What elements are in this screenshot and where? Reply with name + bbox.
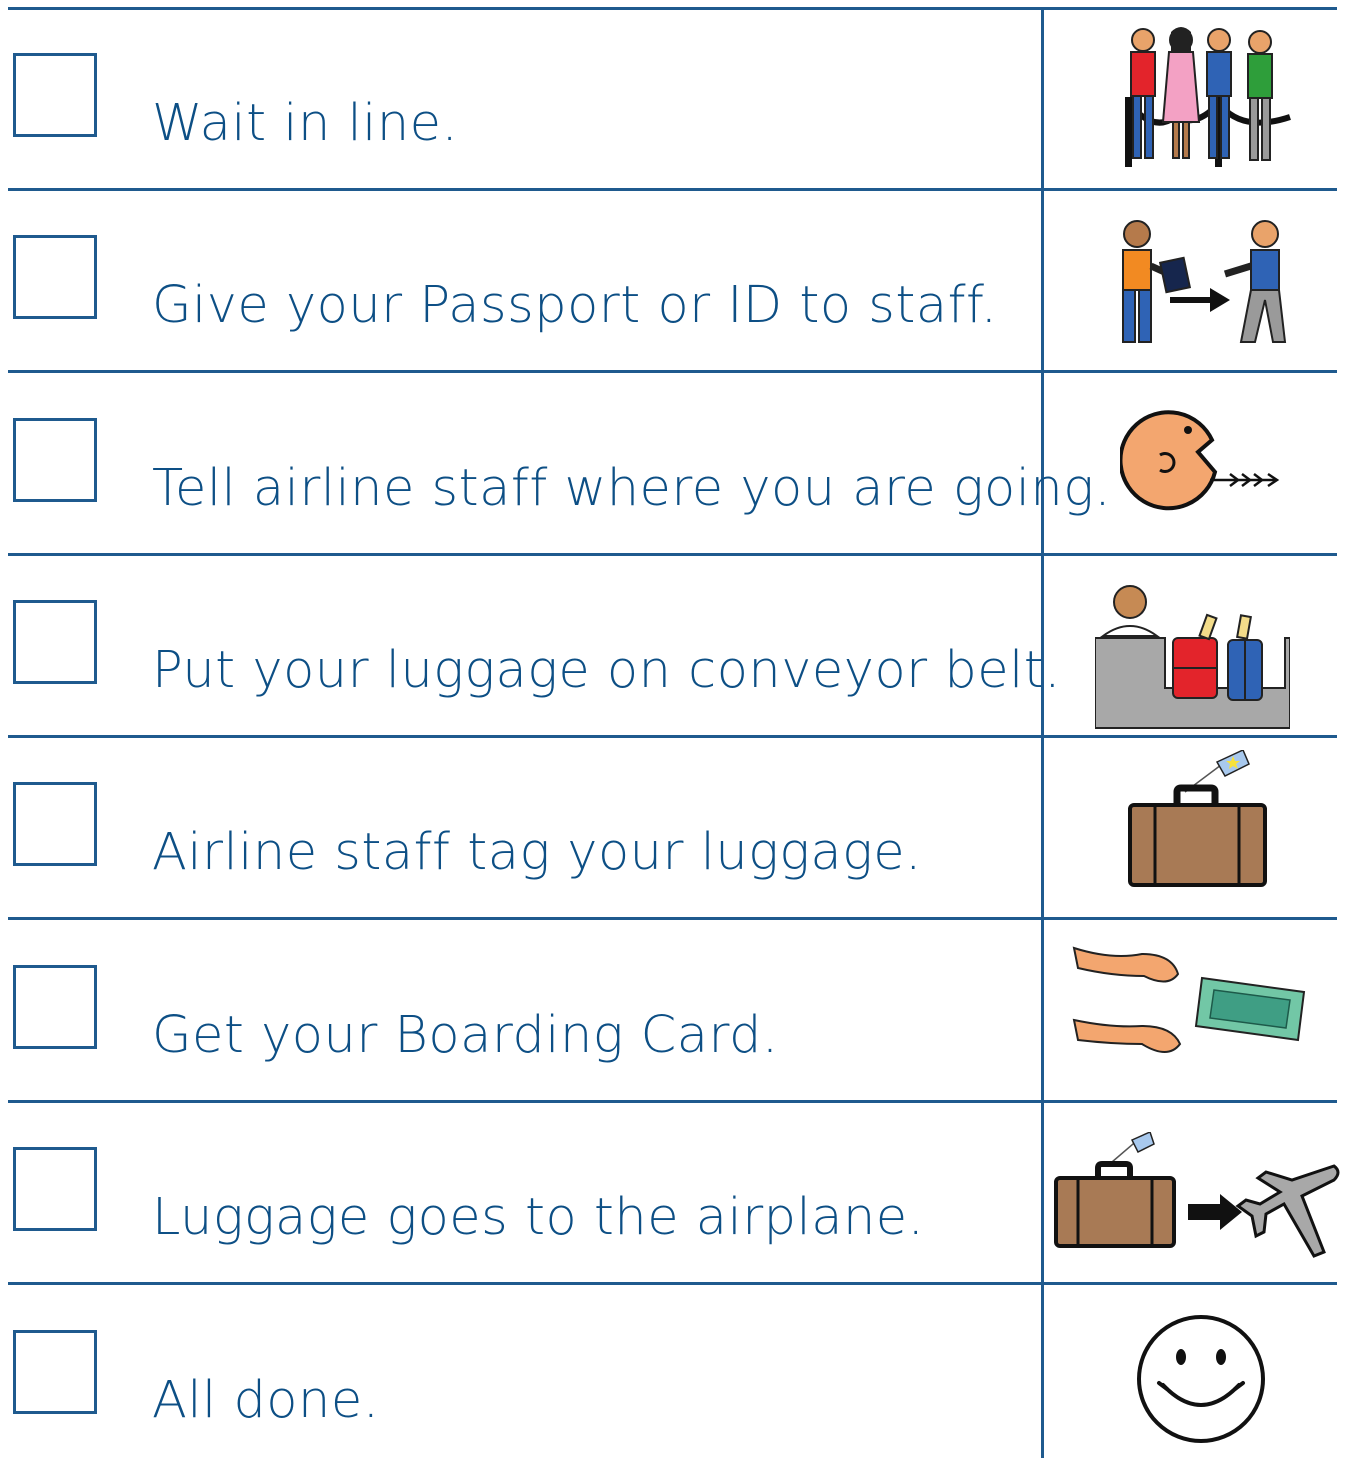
luggage-on-conveyor-icon: [1095, 580, 1290, 730]
hand-over-passport-icon: [1115, 218, 1290, 348]
people-waiting-in-line-icon: [1115, 22, 1295, 172]
checkbox[interactable]: [13, 600, 97, 684]
checklist-item: Put your luggage on conveyor belt.: [8, 555, 1060, 735]
item-label: Wait in line.: [152, 94, 459, 153]
item-label: Get your Boarding Card.: [152, 1006, 779, 1065]
checklist-item: Tell airline staff where you are going.: [8, 373, 1111, 553]
checkbox[interactable]: [13, 418, 97, 502]
checklist-item: All done.: [8, 1285, 1041, 1465]
checklist-item: Get your Boarding Card.: [8, 920, 1041, 1100]
item-label: Tell airline staff where you are going.: [152, 459, 1112, 518]
item-label: Put your luggage on conveyor belt.: [152, 641, 1061, 700]
column-divider: [1041, 8, 1044, 1458]
checklist-item: Luggage goes to the airplane.: [8, 1102, 1041, 1282]
item-label: Luggage goes to the airplane.: [152, 1188, 925, 1247]
speaking-face-icon: [1120, 400, 1280, 515]
item-label: Give your Passport or ID to staff.: [152, 276, 998, 335]
item-label: All done.: [152, 1371, 380, 1430]
item-label: Airline staff tag your luggage.: [152, 823, 922, 882]
checkbox[interactable]: [13, 53, 97, 137]
checkbox[interactable]: [13, 235, 97, 319]
hands-receive-ticket-icon: [1072, 940, 1312, 1070]
smiley-face-icon: [1135, 1313, 1267, 1445]
checklist-item: Airline staff tag your luggage.: [8, 737, 1041, 917]
tagged-suitcase-icon: [1125, 750, 1270, 890]
checkbox[interactable]: [13, 1147, 97, 1231]
checklist-item: Wait in line.: [8, 8, 1041, 188]
checkbox[interactable]: [13, 782, 97, 866]
checklist-item: Give your Passport or ID to staff.: [8, 190, 1041, 370]
checkbox[interactable]: [13, 965, 97, 1049]
suitcase-to-airplane-icon: [1052, 1132, 1342, 1264]
checkbox[interactable]: [13, 1330, 97, 1414]
